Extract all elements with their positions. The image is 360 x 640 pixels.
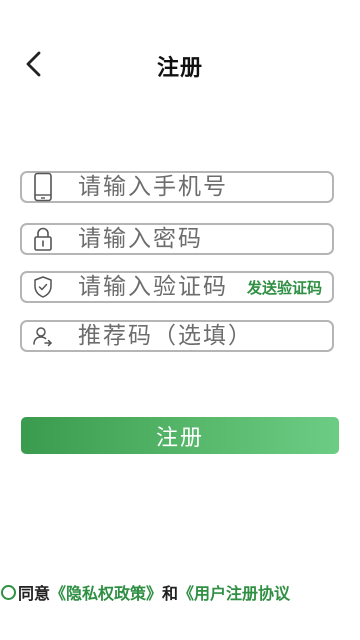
referral-field — [20, 320, 334, 352]
code-field: 发送验证码 — [20, 271, 334, 303]
page-title: 注册 — [156, 56, 203, 81]
password-input[interactable] — [64, 225, 332, 253]
user-agreement-link[interactable]: 《用户注册协议 — [178, 580, 290, 604]
send-code-button[interactable]: 发送验证码 — [243, 277, 332, 298]
shield-check-icon — [22, 273, 64, 301]
phone-input[interactable] — [64, 173, 332, 201]
person-referral-icon — [22, 322, 64, 350]
register-button[interactable]: 注册 — [21, 417, 339, 454]
password-field — [20, 223, 334, 255]
agree-radio[interactable] — [1, 584, 16, 600]
and-text: 和 — [162, 584, 179, 603]
phone-icon — [22, 172, 64, 202]
code-input[interactable] — [64, 273, 243, 301]
referral-input[interactable] — [64, 322, 332, 350]
register-page: 注册 发送验证 — [0, 0, 360, 640]
privacy-policy-link[interactable]: 《隐私权政策》 — [50, 580, 162, 604]
agreement-row: 同意 《隐私权政策》 和 《用户注册协议 — [0, 581, 290, 603]
agree-text: 同意 — [18, 584, 51, 603]
phone-field — [20, 171, 334, 203]
header: 注册 — [0, 36, 360, 92]
lock-icon — [22, 225, 64, 253]
